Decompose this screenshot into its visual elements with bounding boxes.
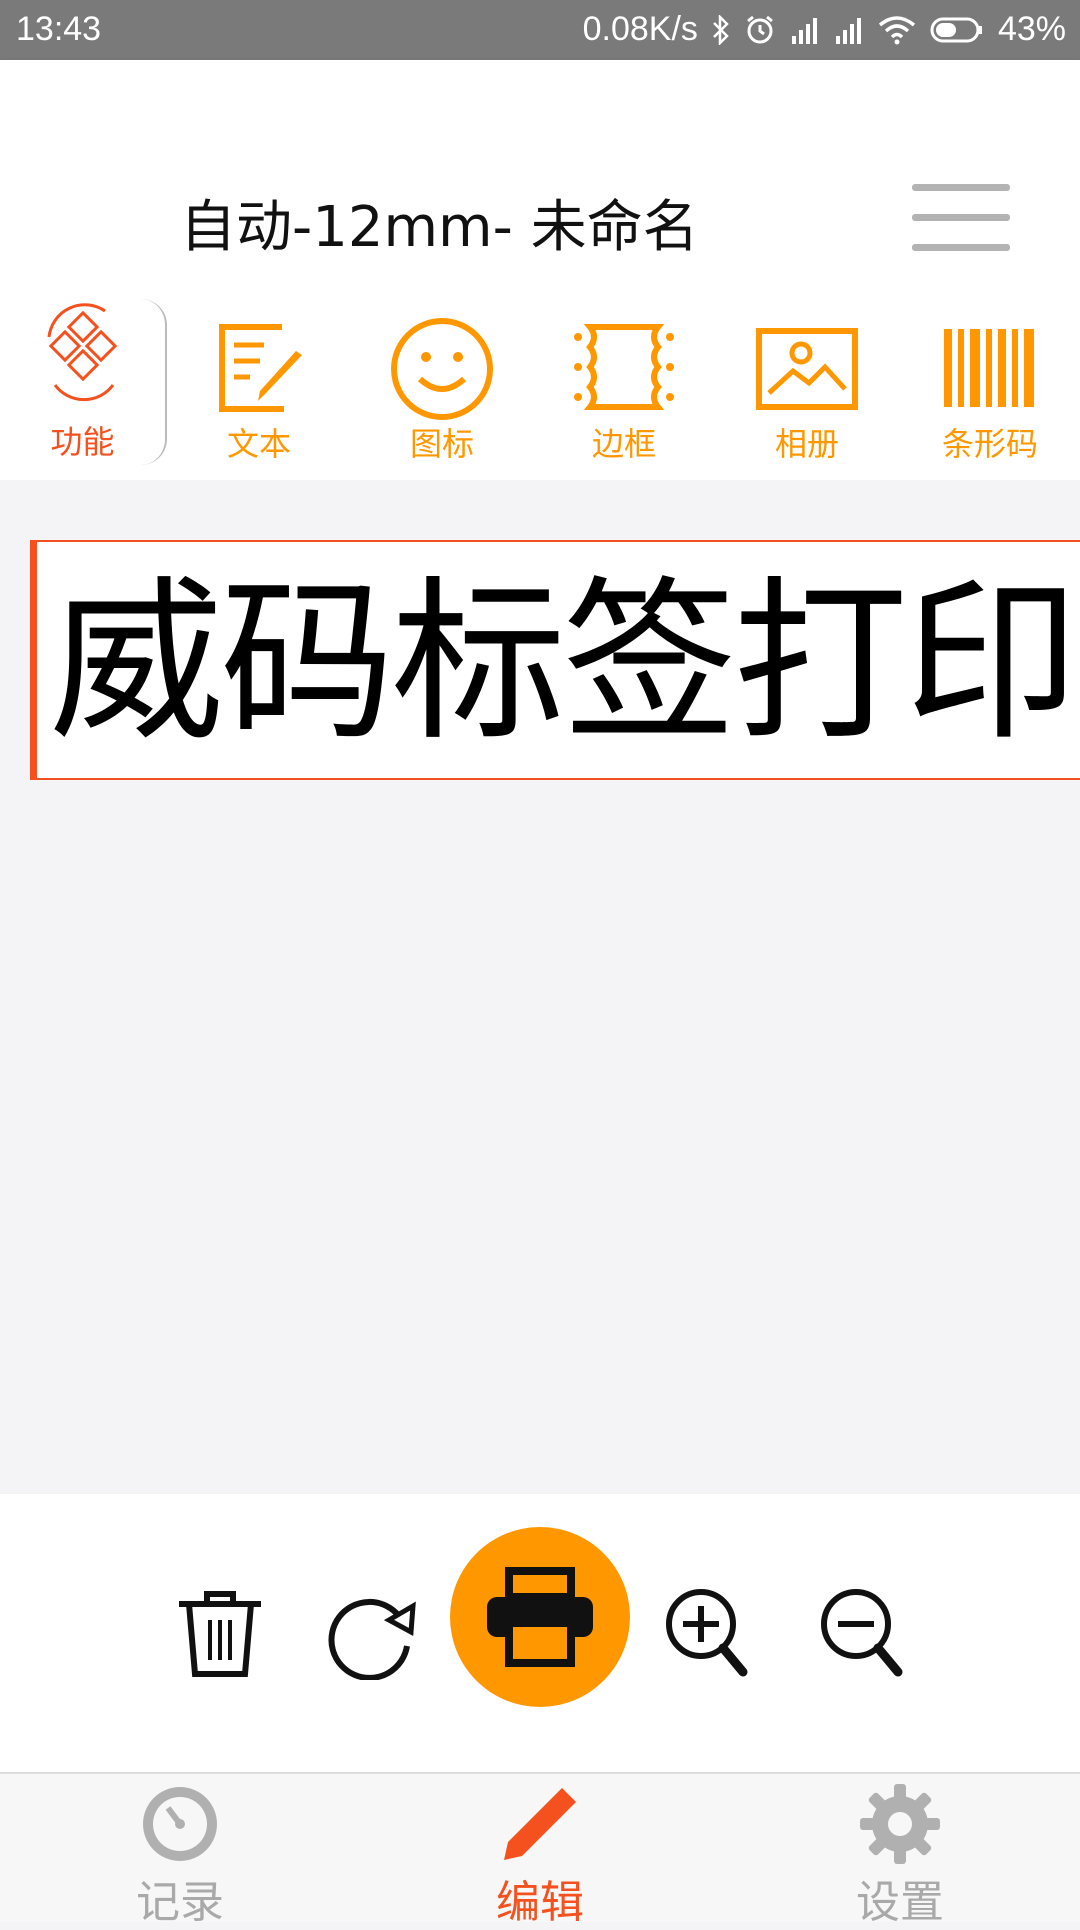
tool-album-label: 相册 (774, 425, 839, 463)
rotate-button[interactable] (327, 1590, 421, 1684)
status-bar: 13:43 0.08K/s 43% (0, 0, 1080, 60)
zoom-in-button[interactable] (663, 1586, 749, 1684)
trash-icon (179, 1591, 261, 1677)
tool-icon[interactable]: 图标 (367, 299, 517, 480)
zoom-out-button[interactable] (818, 1586, 904, 1684)
label-canvas[interactable]: 威码标签打印 (30, 540, 1080, 780)
alarm-icon (744, 14, 776, 46)
zoom-in-icon (666, 1589, 748, 1677)
tool-barcode-label: 条形码 (941, 425, 1038, 463)
status-time: 13:43 (16, 10, 102, 48)
photo-album-icon (756, 328, 858, 410)
printer-icon (487, 1567, 593, 1667)
signal-icon (790, 16, 820, 44)
zoom-out-icon (821, 1589, 903, 1677)
app-header: 自动-12mm- 未命名 (0, 60, 1080, 299)
text-edit-icon (219, 324, 302, 412)
nav-edit-label: 编辑 (496, 1877, 584, 1928)
network-speed: 0.08K/s (582, 10, 698, 48)
nav-settings[interactable]: 设置 (800, 1774, 1000, 1928)
action-bar (0, 1494, 1080, 1772)
status-icons: 0.08K/s 43% (583, 10, 1066, 49)
page-title: 自动-12mm- 未命名 (180, 195, 699, 260)
insert-toolbar: 功能 文本 图标 边框 相册 条形码 (0, 299, 1080, 480)
nav-edit[interactable]: 编辑 (440, 1774, 640, 1928)
label-text[interactable]: 威码标签打印 (49, 564, 1079, 764)
menu-button[interactable] (912, 184, 1010, 254)
function-label: 功能 (50, 423, 115, 461)
function-grid-icon (47, 303, 117, 402)
rotate-icon (328, 1598, 416, 1681)
pencil-icon (504, 1788, 576, 1860)
battery-level: 43% (997, 10, 1066, 48)
print-button[interactable] (450, 1527, 630, 1707)
history-icon (143, 1787, 217, 1861)
border-frame-icon (574, 324, 674, 410)
function-button[interactable]: 功能 (0, 299, 167, 465)
wifi-icon (878, 15, 916, 45)
tool-text[interactable]: 文本 (184, 299, 334, 480)
tool-icon-label: 图标 (409, 425, 474, 463)
nav-history[interactable]: 记录 (80, 1774, 280, 1928)
smiley-icon (391, 318, 493, 420)
tool-text-label: 文本 (226, 425, 291, 463)
tool-border[interactable]: 边框 (549, 299, 699, 480)
hamburger-menu-icon (912, 184, 1010, 191)
nav-settings-label: 设置 (856, 1877, 944, 1928)
signal-icon (834, 16, 864, 44)
battery-icon (930, 16, 984, 44)
delete-button[interactable] (175, 1588, 265, 1682)
tool-barcode[interactable]: 条形码 (915, 299, 1065, 480)
bottom-navigation: 记录 编辑 设置 (0, 1772, 1080, 1928)
tool-album[interactable]: 相册 (732, 299, 882, 480)
gear-icon (860, 1784, 940, 1864)
nav-history-label: 记录 (136, 1877, 224, 1928)
bluetooth-icon (712, 14, 730, 45)
barcode-icon (944, 329, 1034, 407)
tool-border-label: 边框 (591, 425, 656, 463)
